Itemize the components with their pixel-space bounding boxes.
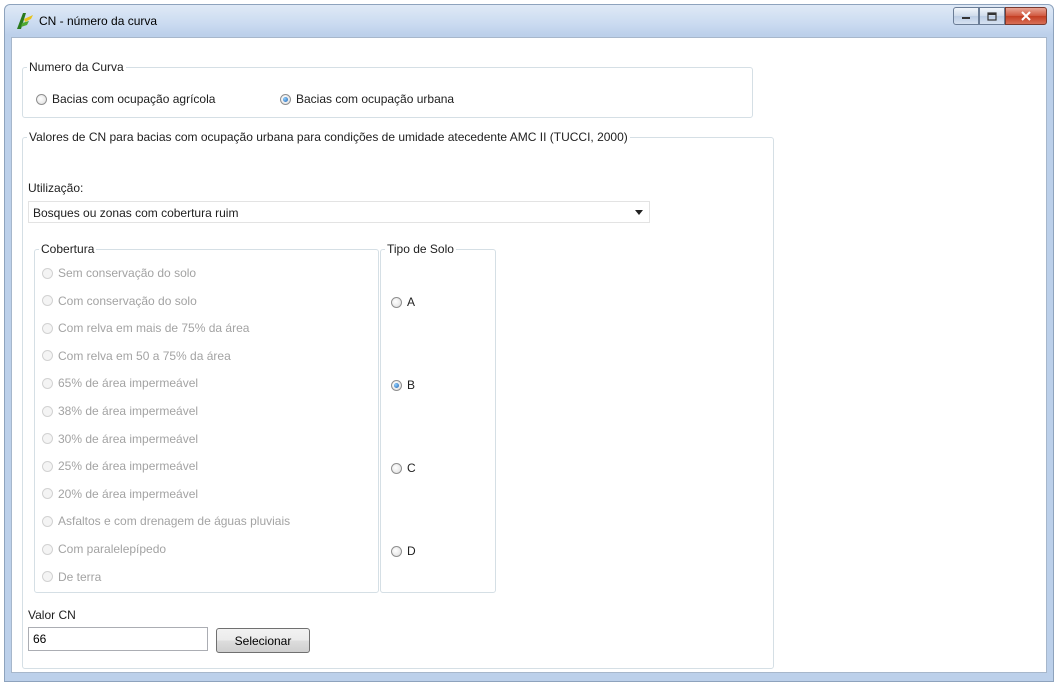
cobertura-option-label: Com relva em mais de 75% da área xyxy=(58,321,250,336)
cobertura-option-circle xyxy=(42,405,53,417)
cobertura-option-circle xyxy=(42,322,53,334)
cobertura-option-circle xyxy=(42,460,53,472)
cobertura-option-circle xyxy=(42,543,53,555)
minimize-icon xyxy=(962,17,970,19)
cobertura-option: Com relva em 50 a 75% da área xyxy=(42,349,231,363)
cobertura-option: Com conservação do solo xyxy=(42,294,197,308)
maximize-icon xyxy=(987,11,997,21)
main-window: CN - número da curva Numero da Curva Bac… xyxy=(4,4,1054,682)
chevron-down-icon[interactable] xyxy=(635,210,643,215)
minimize-button[interactable] xyxy=(953,7,979,25)
utilizacao-label: Utilização: xyxy=(28,181,84,195)
radio-agricultural-circle[interactable] xyxy=(36,93,47,105)
caption-buttons xyxy=(953,7,1047,25)
valor-cn-input[interactable] xyxy=(29,628,197,650)
radio-solo-d-circle[interactable] xyxy=(391,545,402,557)
utilizacao-dropdown[interactable]: Bosques ou zonas com cobertura ruim xyxy=(28,201,650,223)
cobertura-option: Com paralelepípedo xyxy=(42,542,166,556)
cobertura-option-label: De terra xyxy=(58,569,102,584)
tipo-solo-legend: Tipo de Solo xyxy=(387,242,454,256)
radio-solo-a-circle[interactable] xyxy=(391,296,402,308)
cobertura-option-label: 38% de área impermeável xyxy=(58,404,199,418)
cobertura-option: Com relva em mais de 75% da área xyxy=(42,321,249,335)
title-bar[interactable]: CN - número da curva xyxy=(5,5,1053,37)
app-icon xyxy=(17,13,33,29)
radio-solo-c[interactable]: C xyxy=(391,461,416,475)
utilizacao-value: Bosques ou zonas com cobertura ruim xyxy=(33,206,239,220)
cobertura-option-label: 25% de área impermeável xyxy=(58,459,199,474)
cobertura-option-label: Com conservação do solo xyxy=(58,293,197,308)
radio-solo-c-circle[interactable] xyxy=(391,462,402,474)
cobertura-legend: Cobertura xyxy=(41,242,95,256)
cobertura-option-label: 30% de área impermeável xyxy=(58,431,199,446)
cobertura-option-circle xyxy=(42,295,53,307)
cobertura-option: 20% de área impermeável xyxy=(42,487,198,501)
cobertura-option: 65% de área impermeável xyxy=(42,376,198,390)
radio-urban-label: Bacias com ocupação urbana xyxy=(296,92,455,106)
cobertura-option: 30% de área impermeável xyxy=(42,432,198,446)
cobertura-option-circle xyxy=(42,267,53,279)
cobertura-option-label: Sem conservação do solo xyxy=(58,266,197,280)
cobertura-option: De terra xyxy=(42,570,101,584)
cobertura-option: Sem conservação do solo xyxy=(42,266,196,280)
curve-number-group: Numero da Curva xyxy=(22,60,753,118)
radio-solo-c-label: C xyxy=(407,461,416,475)
selecionar-button[interactable]: Selecionar xyxy=(216,628,310,653)
curve-number-legend: Numero da Curva xyxy=(29,60,124,74)
close-button[interactable] xyxy=(1005,7,1047,25)
radio-agricultural-label: Bacias com ocupação agrícola xyxy=(52,92,216,106)
cobertura-option-label: 65% de área impermeável xyxy=(58,376,199,391)
radio-solo-b-label: B xyxy=(407,378,416,392)
cobertura-option-circle xyxy=(42,488,53,500)
cobertura-option-circle xyxy=(42,515,53,527)
cobertura-option: 25% de área impermeável xyxy=(42,459,198,473)
radio-agricultural[interactable]: Bacias com ocupação agrícola xyxy=(36,92,215,106)
radio-solo-a-label: A xyxy=(407,295,416,309)
close-icon xyxy=(1021,11,1031,21)
radio-urban[interactable]: Bacias com ocupação urbana xyxy=(280,92,454,106)
urban-values-legend: Valores de CN para bacias com ocupação u… xyxy=(29,130,628,144)
radio-solo-d[interactable]: D xyxy=(391,544,416,558)
radio-solo-a[interactable]: A xyxy=(391,295,415,309)
radio-solo-b[interactable]: B xyxy=(391,378,415,392)
cobertura-option-circle xyxy=(42,377,53,389)
valor-cn-label: Valor CN xyxy=(28,608,76,622)
cobertura-option-label: Com relva em 50 a 75% da área xyxy=(58,348,231,363)
client-area: Numero da Curva Bacias com ocupação agrí… xyxy=(11,37,1047,673)
radio-solo-d-label: D xyxy=(407,544,416,558)
valor-cn-field[interactable] xyxy=(28,627,208,651)
window-title: CN - número da curva xyxy=(39,14,158,28)
radio-urban-circle[interactable] xyxy=(280,93,291,105)
maximize-button[interactable] xyxy=(979,7,1005,25)
cobertura-option-circle xyxy=(42,433,53,445)
cobertura-option-label: 20% de área impermeável xyxy=(58,486,199,501)
cobertura-option-circle xyxy=(42,350,53,362)
radio-solo-b-circle[interactable] xyxy=(391,379,402,391)
cobertura-option-circle xyxy=(42,571,53,583)
cobertura-option: 38% de área impermeável xyxy=(42,404,198,418)
cobertura-option-label: Asfaltos e com drenagem de águas pluviai… xyxy=(58,514,291,529)
cobertura-option-label: Com paralelepípedo xyxy=(58,542,167,556)
cobertura-option: Asfaltos e com drenagem de águas pluviai… xyxy=(42,514,290,528)
